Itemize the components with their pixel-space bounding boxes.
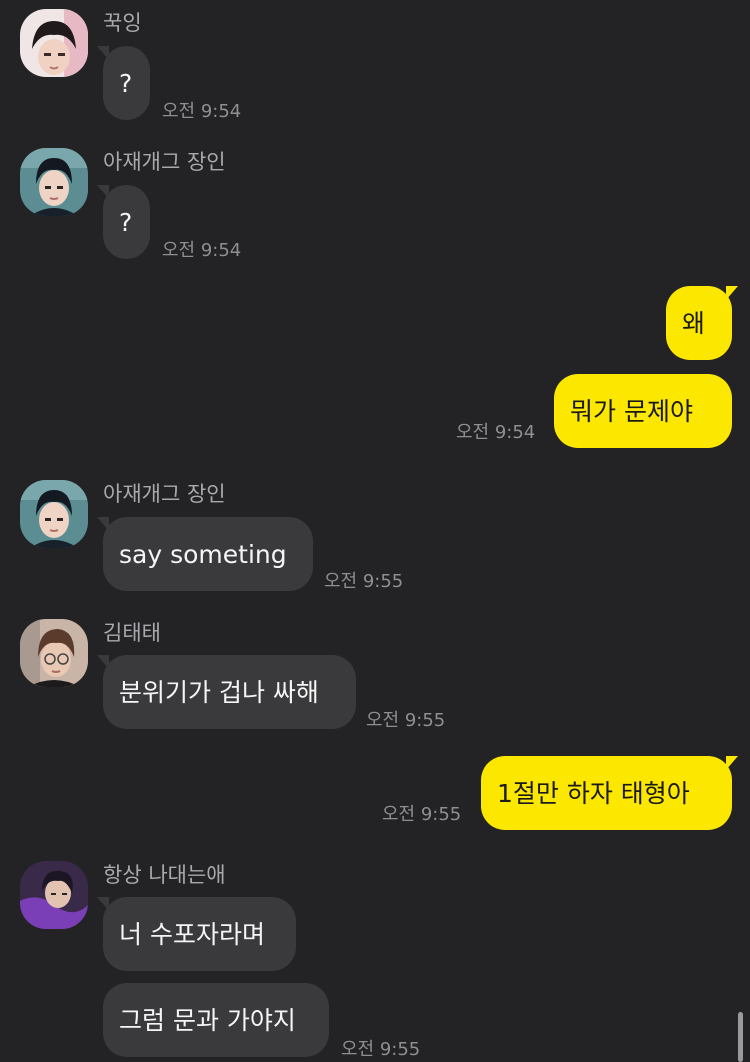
message-bubble-incoming[interactable]: 분위기가 겁나 싸해 <box>103 655 356 729</box>
message-timestamp: 오전 9:54 <box>162 240 242 261</box>
message-timestamp: 오전 9:55 <box>341 1039 421 1060</box>
message-text: say someting <box>119 539 287 569</box>
scrollbar[interactable] <box>738 1012 743 1062</box>
message-text: ? <box>119 207 133 237</box>
sender-name: 꾹잉 <box>103 11 142 35</box>
message-timestamp: 오전 9:54 <box>456 422 536 443</box>
message-bubble-outgoing[interactable]: 왜 <box>666 286 732 360</box>
avatar-jungkook[interactable] <box>20 9 88 77</box>
message-timestamp: 오전 9:54 <box>162 101 242 122</box>
message-text: 1절만 하자 태형아 <box>497 778 690 808</box>
message-text: 그럼 문과 가야지 <box>119 1005 296 1035</box>
message-timestamp: 오전 9:55 <box>366 710 446 731</box>
message-text: 분위기가 겁나 싸해 <box>119 677 319 707</box>
sender-name: 항상 나대는애 <box>103 863 226 887</box>
avatar-purple[interactable] <box>20 861 88 929</box>
message-bubble-incoming[interactable]: 너 수포자라며 <box>103 897 296 971</box>
avatar-jin[interactable] <box>20 480 88 548</box>
sender-name: 아재개그 장인 <box>103 150 226 174</box>
sender-name: 아재개그 장인 <box>103 482 226 506</box>
sender-name: 김태태 <box>103 621 161 645</box>
message-text: 왜 <box>682 308 706 338</box>
message-timestamp: 오전 9:55 <box>382 804 462 825</box>
message-timestamp: 오전 9:55 <box>324 571 404 592</box>
avatar-jin[interactable] <box>20 148 88 216</box>
message-text: 뭐가 문제야 <box>570 396 693 426</box>
message-bubble-incoming[interactable]: ? <box>103 46 150 120</box>
message-text: ? <box>119 68 133 98</box>
message-bubble-outgoing[interactable]: 1절만 하자 태형아 <box>481 756 732 830</box>
message-text: 너 수포자라며 <box>119 919 265 949</box>
message-bubble-outgoing[interactable]: 뭐가 문제야 <box>554 374 732 448</box>
avatar-taehyung[interactable] <box>20 619 88 687</box>
message-bubble-incoming[interactable]: 그럼 문과 가야지 <box>103 983 329 1057</box>
message-bubble-incoming[interactable]: say someting <box>103 517 313 591</box>
message-bubble-incoming[interactable]: ? <box>103 185 150 259</box>
